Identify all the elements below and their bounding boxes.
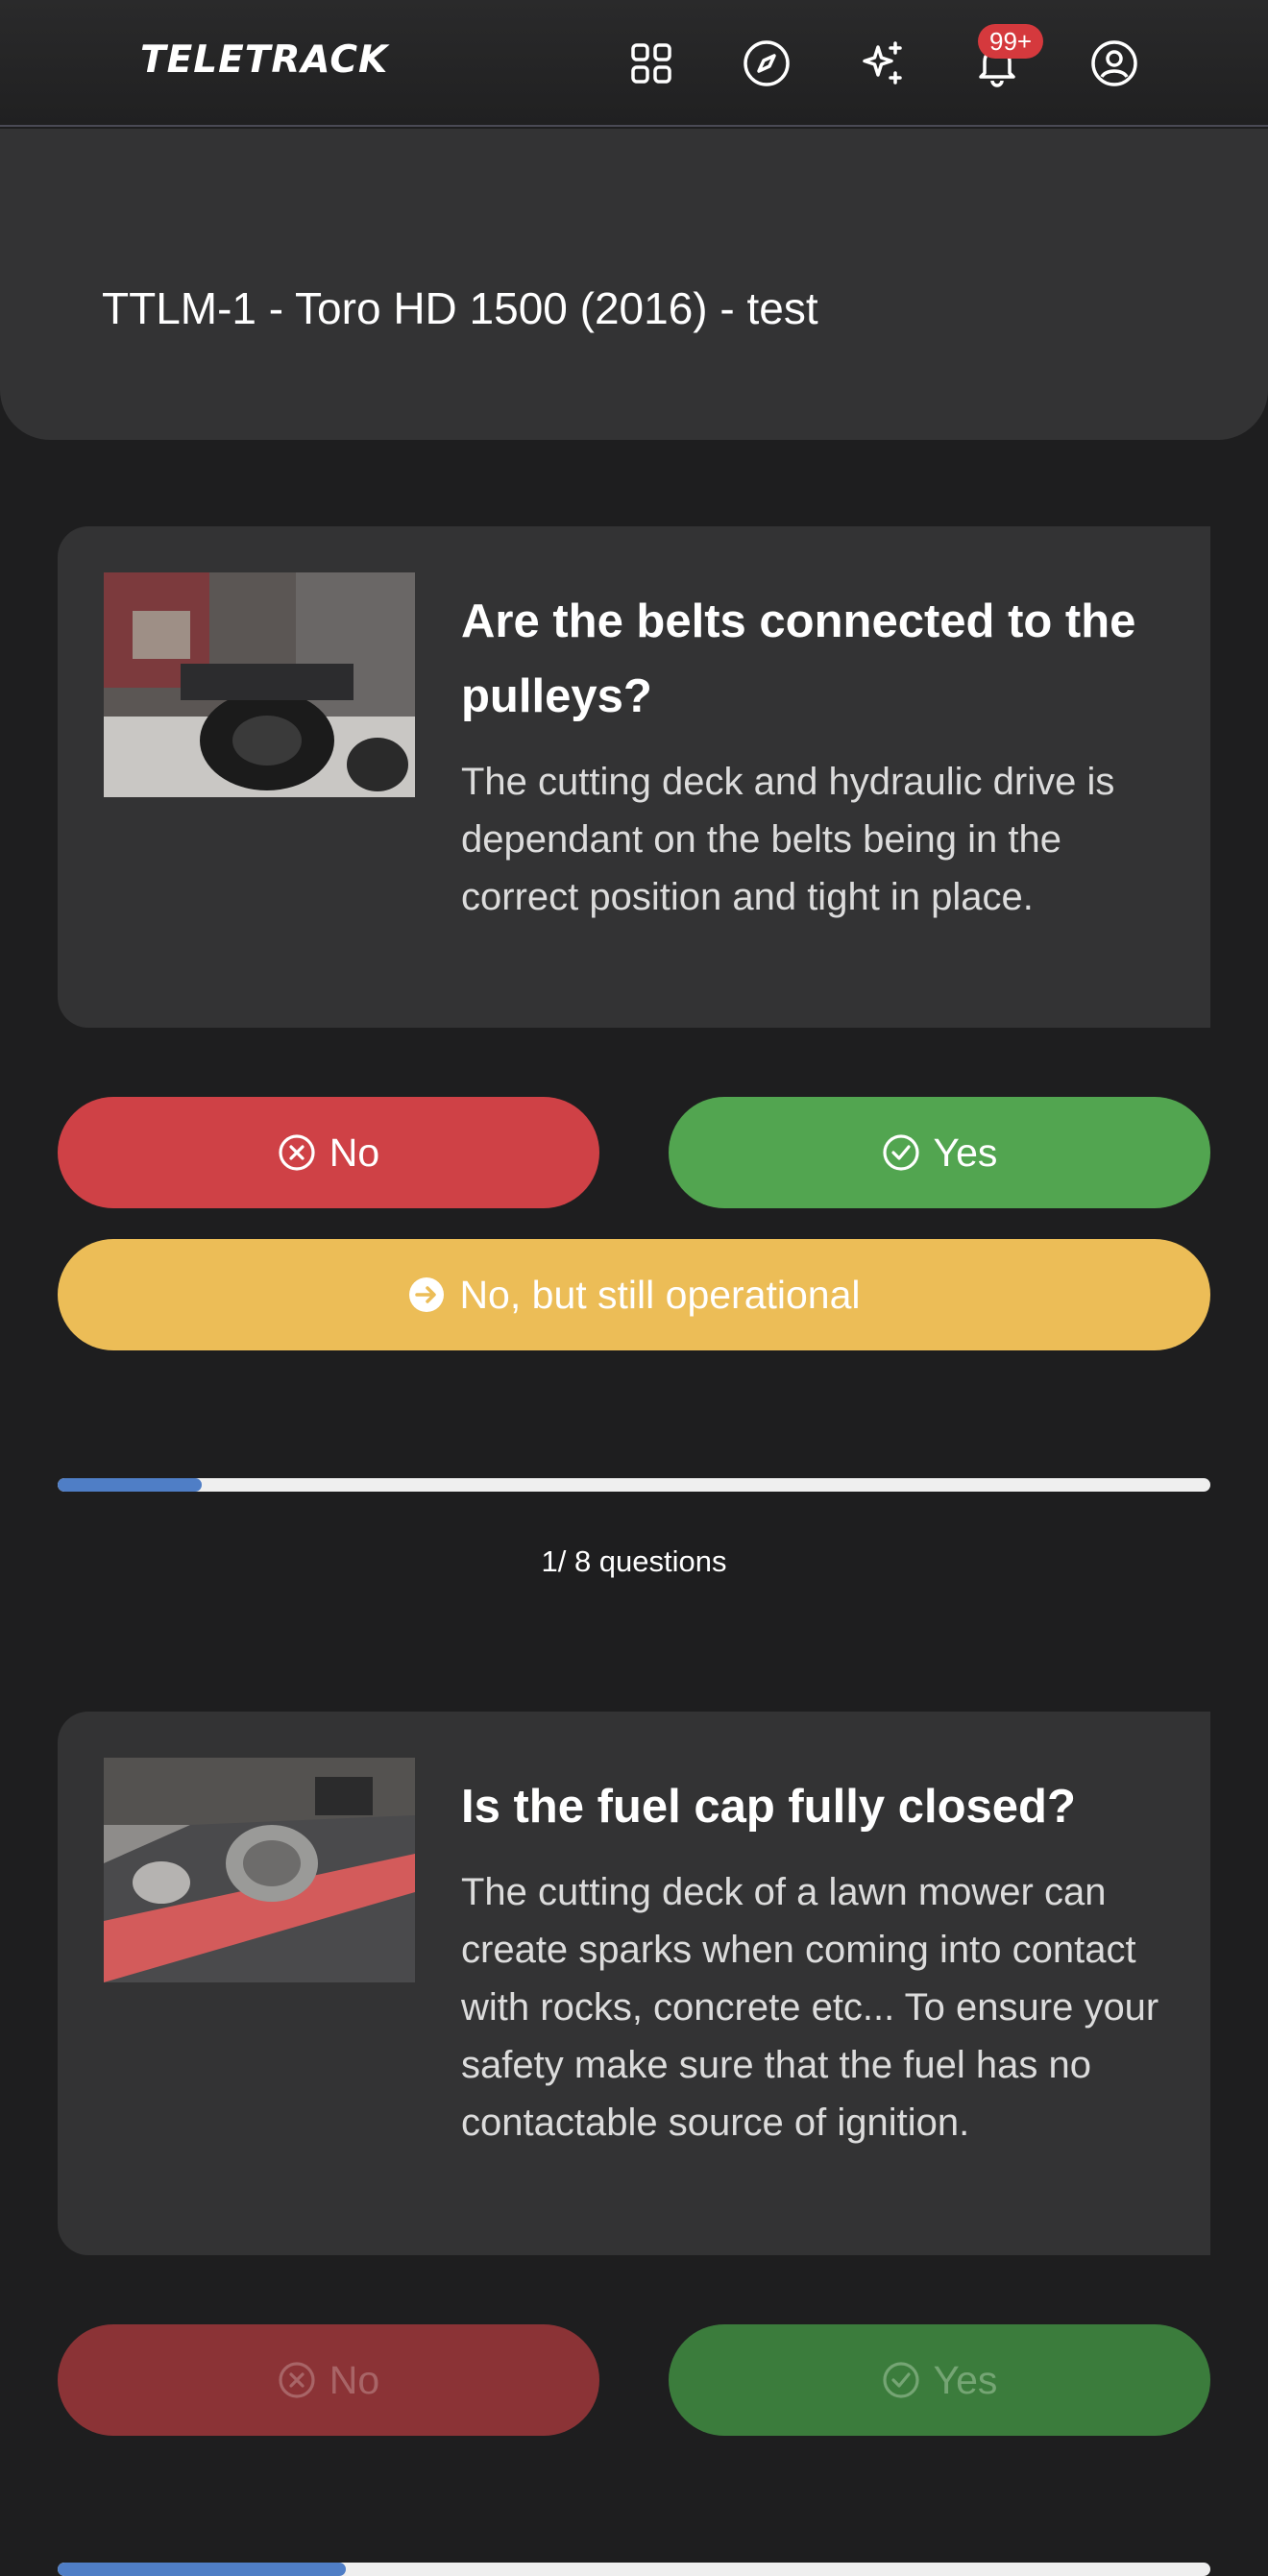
- question-description: The cutting deck of a lawn mower can cre…: [461, 1871, 1159, 2144]
- progress-label: 1/ 8 questions: [541, 1544, 727, 1578]
- vehicle-title: TTLM-1 - Toro HD 1500 (2016) - test: [102, 283, 818, 333]
- yes-button-label: Yes: [933, 2357, 998, 2402]
- arrow-right-circle-icon: [407, 1276, 446, 1314]
- notification-badge: 99+: [978, 24, 1044, 59]
- top-bar: TELETRACK 99+: [0, 0, 1268, 127]
- apps-grid-icon[interactable]: [626, 38, 676, 88]
- progress-bar: [58, 2563, 1210, 2576]
- progress-bar: [58, 1478, 1210, 1492]
- close-circle-icon: [278, 2361, 316, 2399]
- account-icon[interactable]: [1089, 38, 1139, 88]
- question-title: Is the fuel cap fully closed?: [461, 1781, 1076, 1833]
- check-circle-icon: [882, 1133, 920, 1172]
- no-button-label: No: [329, 2357, 380, 2402]
- yes-button-disabled: Yes: [669, 2324, 1210, 2436]
- no-button-disabled: No: [58, 2324, 599, 2436]
- check-circle-icon: [882, 2361, 920, 2399]
- no-button[interactable]: No: [58, 1097, 599, 1208]
- close-circle-icon: [278, 1133, 316, 1172]
- question-description: The cutting deck and hydraulic drive is …: [461, 761, 1115, 918]
- question-card: Is the fuel cap fully closed? The cuttin…: [58, 1712, 1210, 2255]
- partial-button-label: No, but still operational: [459, 1272, 861, 1317]
- partially-operational-button[interactable]: No, but still operational: [58, 1239, 1210, 1350]
- question-card: Are the belts connected to the pulleys? …: [58, 526, 1210, 1028]
- question-title: Are the belts connected to the pulleys?: [461, 595, 1136, 722]
- progress-bar-fill: [58, 1478, 202, 1492]
- vehicle-header-card: TTLM-1 - Toro HD 1500 (2016) - test: [0, 129, 1268, 440]
- yes-button-label: Yes: [933, 1130, 998, 1175]
- compass-icon[interactable]: [742, 38, 792, 88]
- sparkles-icon[interactable]: [857, 38, 907, 88]
- question-image: [104, 572, 415, 797]
- no-button-label: No: [329, 1130, 380, 1175]
- teletrack-logo[interactable]: TELETRACK: [140, 38, 388, 82]
- question-image: [104, 1758, 415, 1982]
- yes-button[interactable]: Yes: [669, 1097, 1210, 1208]
- progress-bar-fill: [58, 2563, 346, 2576]
